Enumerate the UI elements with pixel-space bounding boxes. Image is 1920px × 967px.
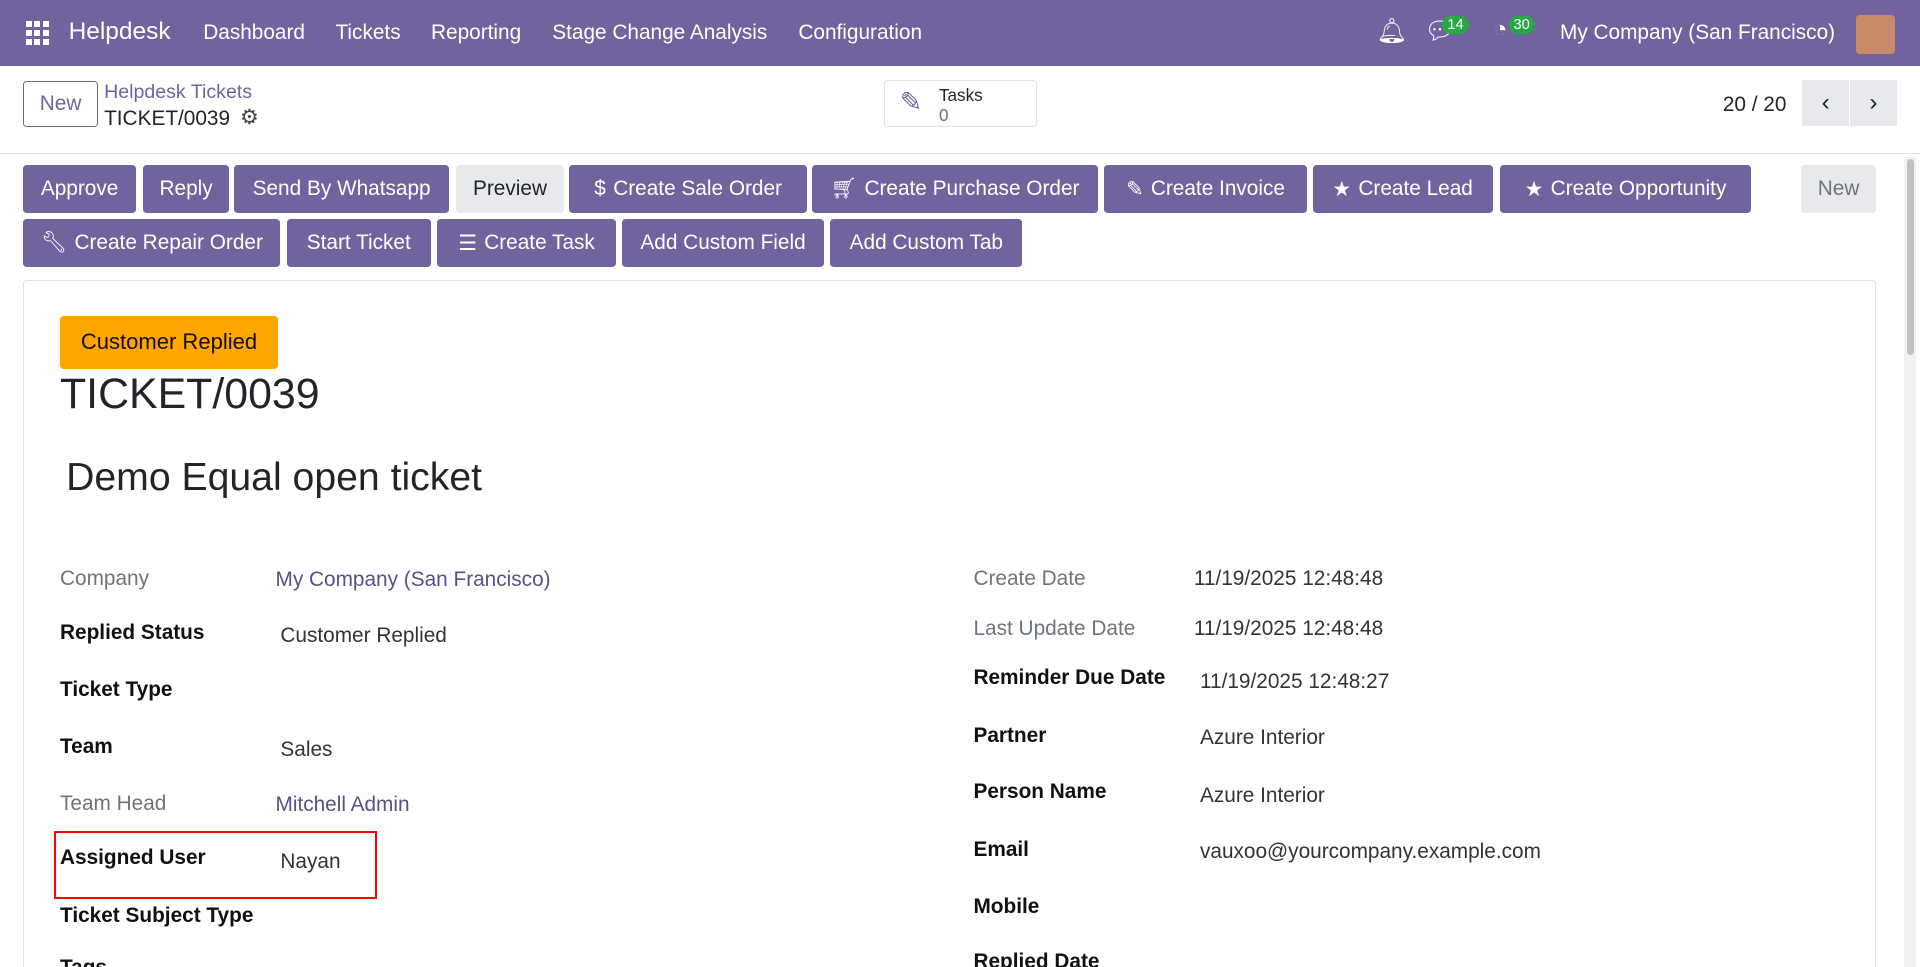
breadcrumb-current: TICKET/0039: [104, 106, 231, 130]
breadcrumb-helpdesk-tickets[interactable]: Helpdesk Tickets: [104, 81, 252, 104]
field-label-person-name: Person Name: [973, 780, 1107, 803]
button-label: Create Lead: [1358, 177, 1473, 201]
field-label-team-head: Team Head: [60, 792, 167, 816]
menu-configuration[interactable]: Configuration: [798, 21, 922, 45]
tasks-smart-button[interactable]: ✎ Tasks 0: [884, 79, 1038, 128]
create-repair-order-button[interactable]: 🔧︎ Create Repair Order: [23, 219, 281, 267]
control-panel: New Helpdesk Tickets TICKET/0039 ⚙ ✎ Tas…: [0, 67, 1920, 155]
field-reminder-due-date[interactable]: 11/19/2025 12:48:27: [1200, 670, 1389, 694]
preview-button[interactable]: Preview: [455, 165, 565, 214]
field-label-email: Email: [973, 837, 1029, 861]
edit-icon: ✎: [899, 86, 923, 117]
field-label-ticket-subject-type: Ticket Subject Type: [60, 903, 254, 927]
star-icon: ★: [1524, 177, 1544, 201]
field-team-head[interactable]: Mitchell Admin: [276, 793, 410, 817]
field-create-date: 11/19/2025 12:48:48: [1193, 566, 1384, 590]
field-label-replied-date: Replied Date: [973, 950, 1100, 967]
field-label-company: Company: [60, 566, 150, 590]
add-custom-tab-button[interactable]: Add Custom Tab: [830, 219, 1023, 267]
send-by-whatsapp-button[interactable]: Send By Whatsapp: [233, 165, 450, 214]
field-last-update-date: 11/19/2025 12:48:48: [1193, 617, 1384, 641]
highlight-box: [53, 831, 378, 899]
pager-value[interactable]: 20 / 20: [1723, 93, 1787, 117]
menu-reporting[interactable]: Reporting: [431, 21, 521, 45]
new-stage-button[interactable]: New: [1801, 165, 1876, 214]
user-avatar[interactable]: [1856, 14, 1896, 54]
gear-icon[interactable]: ⚙: [240, 105, 259, 130]
tasks-count: 0: [938, 105, 949, 126]
add-custom-field-button[interactable]: Add Custom Field: [622, 219, 825, 267]
pager-next-button[interactable]: ›: [1850, 79, 1897, 127]
scrollbar-thumb[interactable]: [1906, 159, 1914, 356]
button-label: Create Repair Order: [74, 231, 263, 255]
field-label-last-update-date: Last Update Date: [973, 617, 1136, 641]
field-person-name[interactable]: Azure Interior: [1200, 784, 1325, 808]
wrench-icon: 🔧︎: [40, 231, 68, 255]
scrollbar[interactable]: [1904, 156, 1917, 967]
field-label-partner: Partner: [973, 723, 1047, 747]
field-label-create-date: Create Date: [973, 566, 1086, 590]
field-label-reminder-due-date: Reminder Due Date: [973, 666, 1166, 690]
button-label: Create Task: [484, 231, 595, 255]
field-replied-status[interactable]: Customer Replied: [280, 624, 446, 648]
cart-icon: 🛒︎: [830, 177, 858, 201]
new-record-button[interactable]: New: [23, 80, 98, 128]
status-badge: Customer Replied: [60, 315, 278, 369]
field-label-tags: Tags: [60, 956, 107, 967]
edit-icon: ✎: [1126, 177, 1144, 201]
field-partner[interactable]: Azure Interior: [1200, 726, 1325, 750]
create-purchase-order-button[interactable]: 🛒︎ Create Purchase Order: [811, 165, 1099, 214]
field-label-replied-status: Replied Status: [60, 620, 205, 644]
top-navbar: Helpdesk Dashboard Tickets Reporting Sta…: [0, 0, 1920, 67]
ticket-subject[interactable]: Demo Equal open ticket: [66, 456, 482, 500]
create-task-button[interactable]: ☰ Create Task: [437, 219, 616, 267]
dollar-icon: $: [594, 177, 606, 201]
activities-badge: 30: [1508, 15, 1535, 35]
apps-menu-icon[interactable]: [25, 20, 50, 45]
ticket-number: TICKET/0039: [60, 369, 320, 418]
field-label-mobile: Mobile: [973, 895, 1040, 919]
button-label: Create Sale Order: [613, 177, 782, 201]
button-label: Create Opportunity: [1550, 177, 1727, 201]
tasks-label: Tasks: [938, 85, 983, 106]
create-sale-order-button[interactable]: $ Create Sale Order: [569, 165, 807, 214]
bell-icon[interactable]: 🔔︎: [1376, 16, 1407, 46]
button-label: Create Invoice: [1150, 177, 1285, 201]
button-label: Create Purchase Order: [864, 177, 1080, 201]
create-lead-button[interactable]: ★ Create Lead: [1312, 165, 1493, 214]
list-icon: ☰: [458, 231, 477, 255]
star-icon: ★: [1332, 177, 1352, 201]
app-brand[interactable]: Helpdesk: [69, 18, 171, 46]
field-email[interactable]: vauxoo@yourcompany.example.com: [1200, 840, 1541, 864]
create-opportunity-button[interactable]: ★ Create Opportunity: [1500, 165, 1752, 214]
company-switcher[interactable]: My Company (San Francisco): [1560, 21, 1835, 45]
activity-clock-icon[interactable]: ◔: [1493, 16, 1508, 44]
create-invoice-button[interactable]: ✎ Create Invoice: [1104, 165, 1307, 214]
field-label-team: Team: [60, 734, 113, 758]
menu-tickets[interactable]: Tickets: [336, 21, 401, 45]
approve-button[interactable]: Approve: [23, 165, 136, 214]
start-ticket-button[interactable]: Start Ticket: [286, 219, 431, 267]
field-team[interactable]: Sales: [280, 738, 332, 762]
field-company[interactable]: My Company (San Francisco): [276, 568, 551, 592]
menu-stage-change-analysis[interactable]: Stage Change Analysis: [552, 21, 767, 45]
messages-badge: 14: [1442, 15, 1469, 35]
menu-dashboard[interactable]: Dashboard: [203, 21, 305, 45]
pager-previous-button[interactable]: ‹: [1802, 79, 1849, 127]
reply-button[interactable]: Reply: [143, 165, 229, 214]
field-label-ticket-type: Ticket Type: [60, 678, 173, 702]
